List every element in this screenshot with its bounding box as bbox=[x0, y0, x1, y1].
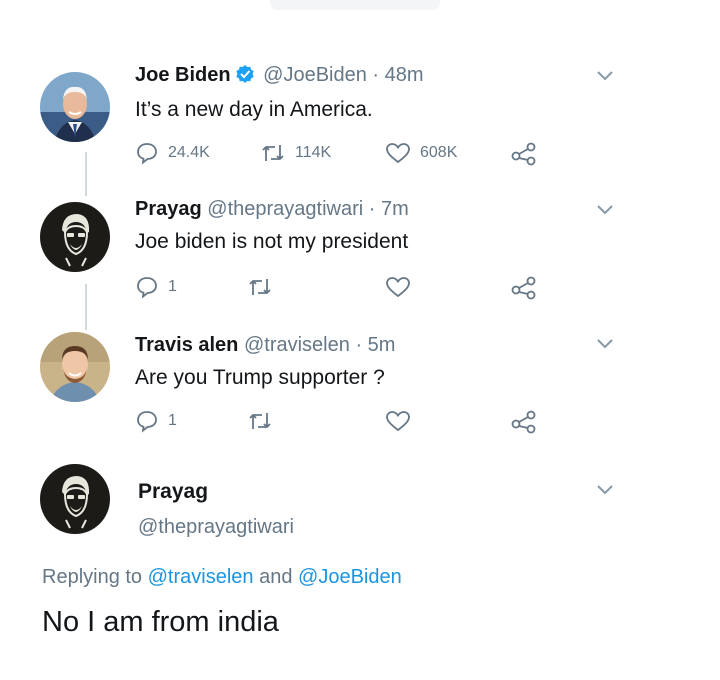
reply-icon bbox=[137, 277, 157, 299]
reply-button[interactable]: 24.4K bbox=[135, 138, 210, 168]
tweet-joe-biden[interactable]: Joe Biden @JoeBiden · 48m It’s a new day… bbox=[0, 0, 720, 190]
time-separator: · bbox=[368, 198, 376, 220]
detail-author-handle[interactable]: @theprayagtiwari bbox=[138, 516, 294, 539]
replying-and: and bbox=[259, 566, 293, 588]
reply-mention-link[interactable]: @traviselen bbox=[148, 566, 254, 588]
retweet-icon bbox=[249, 413, 271, 429]
tweet-actions: 1 bbox=[135, 406, 555, 436]
share-button[interactable] bbox=[510, 138, 538, 168]
reply-count: 1 bbox=[168, 278, 177, 295]
reply-count: 1 bbox=[168, 412, 177, 429]
avatar-travis-alen[interactable] bbox=[40, 332, 110, 402]
avatar-prayag-detail[interactable] bbox=[40, 464, 110, 534]
replying-to-line: Replying to @traviselen and @JoeBiden bbox=[42, 566, 402, 589]
like-button[interactable] bbox=[385, 272, 411, 302]
author-handle[interactable]: @JoeBiden bbox=[263, 64, 367, 86]
author-name[interactable]: Joe Biden bbox=[135, 64, 231, 86]
retweet-count: 114K bbox=[295, 144, 332, 161]
share-button[interactable] bbox=[510, 406, 538, 436]
tweet-header: Travis alen @traviselen · 5m bbox=[135, 334, 395, 357]
author-name[interactable]: Travis alen bbox=[135, 334, 238, 356]
tweet-time[interactable]: 48m bbox=[385, 64, 424, 86]
retweet-button[interactable]: 114K bbox=[260, 138, 331, 168]
reply-count: 24.4K bbox=[168, 144, 210, 161]
reply-button[interactable]: 1 bbox=[135, 272, 177, 302]
like-button[interactable]: 608K bbox=[385, 138, 457, 168]
tweet-actions: 24.4K 114K 608K bbox=[135, 138, 555, 168]
detail-tweet-text: No I am from india bbox=[42, 606, 279, 638]
verified-badge-icon bbox=[235, 64, 255, 90]
tweet-time[interactable]: 5m bbox=[368, 334, 396, 356]
retweet-button[interactable] bbox=[247, 272, 273, 302]
replying-prefix: Replying to bbox=[42, 566, 143, 588]
tweet-header: Prayag @theprayagtiwari · 7m bbox=[135, 198, 409, 221]
time-separator: · bbox=[372, 64, 380, 86]
tweet-time[interactable]: 7m bbox=[381, 198, 409, 220]
detail-author-name[interactable]: Prayag bbox=[138, 480, 208, 504]
tweet-prayag[interactable]: Prayag @theprayagtiwari · 7m Joe biden i… bbox=[0, 190, 720, 320]
share-icon bbox=[511, 410, 536, 434]
like-button[interactable] bbox=[385, 406, 411, 436]
tweet-text: Are you Trump supporter ? bbox=[135, 366, 385, 389]
retweet-button[interactable] bbox=[247, 406, 273, 436]
chevron-down-icon[interactable] bbox=[596, 70, 614, 82]
author-handle[interactable]: @theprayagtiwari bbox=[207, 198, 363, 220]
tweet-travis-alen[interactable]: Travis alen @traviselen · 5m Are you Tru… bbox=[0, 320, 720, 450]
tweet-header: Joe Biden @JoeBiden · 48m bbox=[135, 64, 424, 90]
retweet-icon bbox=[262, 145, 284, 161]
avatar-prayag[interactable] bbox=[40, 202, 110, 272]
reply-icon bbox=[137, 411, 157, 433]
retweet-icon bbox=[249, 279, 271, 295]
author-name[interactable]: Prayag bbox=[135, 198, 202, 220]
chevron-down-icon[interactable] bbox=[596, 338, 614, 350]
reply-icon bbox=[137, 143, 157, 165]
chevron-down-icon[interactable] bbox=[596, 484, 614, 496]
like-icon bbox=[386, 411, 410, 432]
share-icon bbox=[511, 142, 536, 166]
like-count: 608K bbox=[420, 144, 458, 161]
reply-mention-link[interactable]: @JoeBiden bbox=[298, 566, 402, 588]
share-button[interactable] bbox=[510, 272, 538, 302]
chevron-down-icon[interactable] bbox=[596, 204, 614, 216]
author-handle[interactable]: @traviselen bbox=[244, 334, 350, 356]
avatar-joe-biden[interactable] bbox=[40, 72, 110, 142]
reply-button[interactable]: 1 bbox=[135, 406, 177, 436]
like-icon bbox=[386, 277, 410, 298]
time-separator: · bbox=[355, 334, 363, 356]
share-icon bbox=[511, 276, 536, 300]
like-icon bbox=[386, 143, 410, 164]
tweet-actions: 1 bbox=[135, 272, 555, 302]
tweet-text: Joe biden is not my president bbox=[135, 230, 409, 253]
tweet-text: It’s a new day in America. bbox=[135, 98, 373, 121]
